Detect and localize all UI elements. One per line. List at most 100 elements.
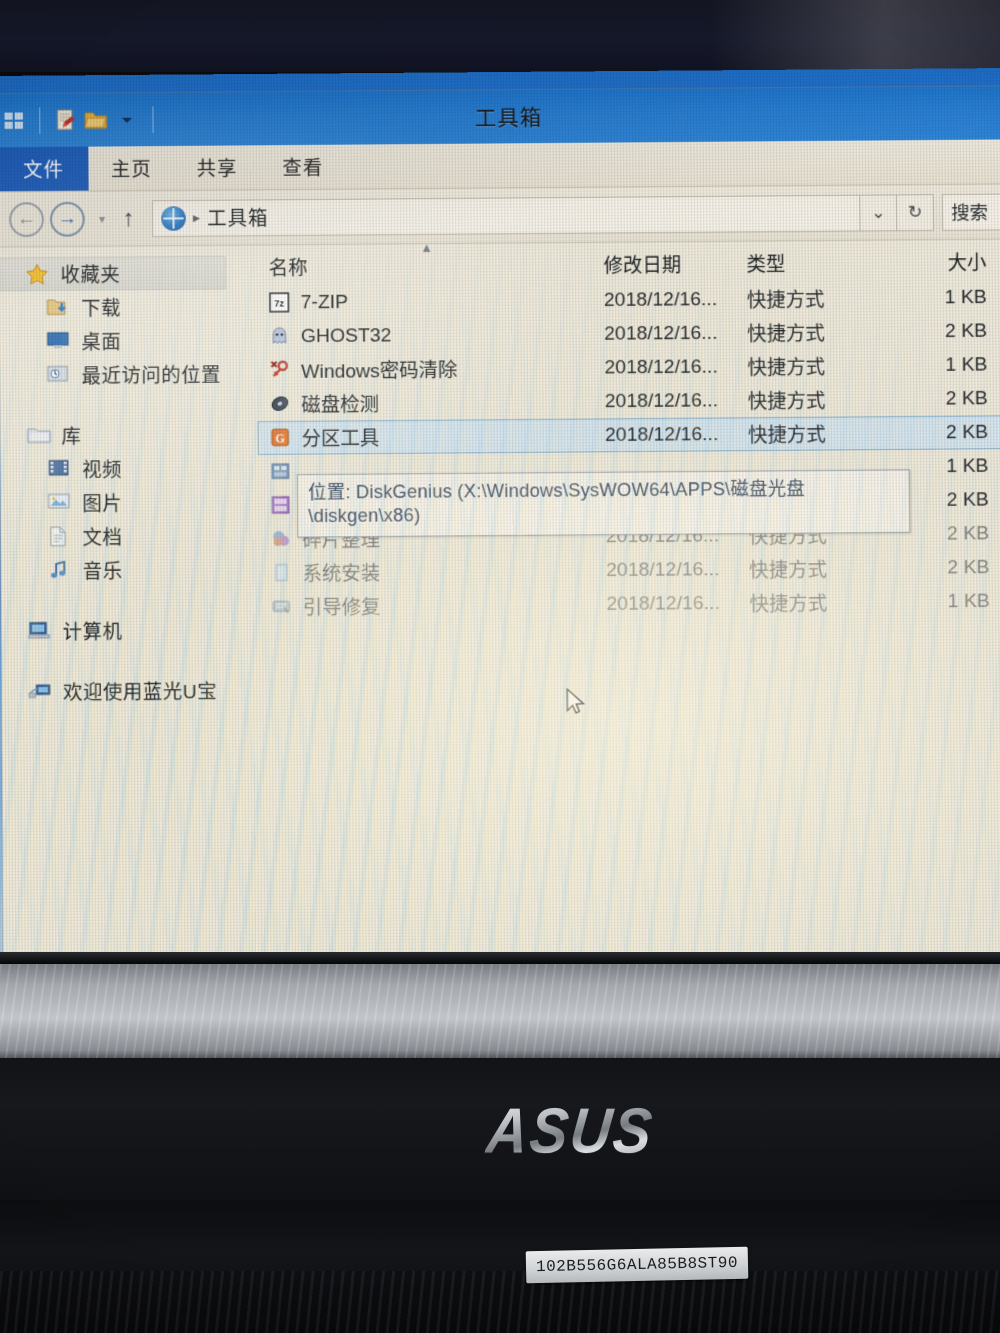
file-type: 快捷方式 — [747, 391, 826, 414]
column-header-type[interactable]: 类型 — [746, 249, 874, 278]
desktop-icon — [47, 330, 72, 353]
ribbon-tab-bar: 文件 主页 共享 查看 — [0, 139, 1000, 193]
file-date: 2018/12/16... — [604, 321, 718, 345]
file-name: Windows密码清除 — [301, 360, 458, 384]
table-row[interactable]: 系统安装 2018/12/16... 快捷方式 2 KB — [258, 550, 1000, 590]
up-one-level-button[interactable]: ↑ — [113, 204, 144, 232]
sidebar-label: 音乐 — [82, 561, 123, 584]
file-type: 快捷方式 — [747, 323, 825, 346]
file-date: 2018/12/16... — [604, 355, 718, 379]
tool2-icon — [270, 494, 293, 517]
table-row[interactable]: GHOST32 2018/12/16... 快捷方式 2 KB — [257, 314, 1000, 354]
tab-view[interactable]: 查看 — [260, 145, 346, 190]
serial-number-sticker: 102B556G6ALA85B8ST90 — [525, 1246, 749, 1284]
address-dropdown-icon[interactable]: ⌄ — [860, 193, 898, 231]
file-date: 2018/12/16... — [604, 423, 719, 446]
documents-icon — [48, 526, 73, 549]
breadcrumb-item-toolbox[interactable]: 工具箱 — [207, 203, 268, 231]
file-explorer-window: 工具箱 文件 主页 共享 查看 ← → ▾ ↑ ▸ 工具箱 ⌄ ↻ 搜索 收藏夹… — [0, 86, 1000, 986]
sidebar-label: 库 — [61, 426, 82, 449]
file-size: 2 KB — [947, 556, 990, 579]
sidebar-label: 图片 — [82, 493, 123, 516]
laptop-keyboard-deck — [0, 964, 1000, 1062]
back-button[interactable]: ← — [9, 201, 44, 237]
window-body: 收藏夹 下载 桌面 最近访问的位置 库 视频 图片 文档 音乐 计算机 欢迎使用… — [0, 239, 1000, 961]
file-date: 2018/12/16... — [606, 558, 720, 581]
column-header-size[interactable]: 大小 — [874, 248, 987, 276]
sidebar-item-recent-places[interactable]: 最近访问的位置 — [0, 357, 257, 393]
file-size: 1 KB — [944, 286, 987, 308]
laptop-lower-body — [0, 1200, 1000, 1333]
ghost32-icon — [269, 325, 292, 348]
sort-indicator-icon: ▴ — [422, 238, 431, 257]
photograph-of-laptop: 工具箱 文件 主页 共享 查看 ← → ▾ ↑ ▸ 工具箱 ⌄ ↻ 搜索 收藏夹… — [0, 0, 1000, 1333]
file-date: 2018/12/16... — [603, 288, 718, 311]
file-name: 磁盘检测 — [301, 394, 380, 417]
file-name: GHOST32 — [300, 324, 392, 347]
table-row-selected[interactable]: G 分区工具 2018/12/16... 快捷方式 2 KB — [257, 415, 1000, 455]
sidebar-item-videos[interactable]: 视频 — [0, 451, 258, 487]
recent-locations-dropdown-icon[interactable]: ▾ — [91, 211, 114, 225]
sidebar-item-desktop[interactable]: 桌面 — [0, 323, 257, 359]
sidebar-label: 计算机 — [62, 621, 123, 644]
sidebar-item-music[interactable]: 音乐 — [1, 552, 259, 588]
sidebar-item-downloads[interactable]: 下载 — [0, 289, 257, 325]
sidebar-label: 收藏夹 — [60, 264, 121, 287]
tab-home[interactable]: 主页 — [88, 146, 174, 191]
tool-icon — [270, 460, 293, 483]
star-icon — [25, 262, 51, 286]
asus-brand-logo: ASUS — [483, 1095, 658, 1167]
file-name: 分区工具 — [301, 428, 380, 451]
library-icon — [27, 424, 52, 447]
tab-share[interactable]: 共享 — [174, 145, 260, 190]
file-name: 7-ZIP — [300, 291, 349, 314]
defrag-icon — [271, 528, 294, 551]
sidebar-item-libraries[interactable]: 库 — [0, 417, 258, 453]
table-row[interactable]: 磁盘检测 2018/12/16... 快捷方式 2 KB — [257, 381, 1000, 421]
sidebar-group-gap-1 — [0, 391, 258, 420]
file-type: 快捷方式 — [746, 289, 825, 313]
pictures-icon — [47, 492, 73, 515]
table-row[interactable]: 7z 7-ZIP 2018/12/16... 快捷方式 1 KB — [257, 280, 1000, 320]
sidebar-item-pictures[interactable]: 图片 — [0, 485, 258, 521]
password-icon — [269, 359, 292, 382]
search-input[interactable]: 搜索 — [941, 192, 1000, 231]
file-list-pane: ▴ 名称 修改日期 类型 大小 7z 7-ZIP 2018/12/16... 快… — [256, 239, 1000, 958]
laptop-screen-bezel-top — [0, 0, 1000, 72]
file-size: 2 KB — [944, 319, 988, 342]
laptop-lcd-screen: 工具箱 文件 主页 共享 查看 ← → ▾ ↑ ▸ 工具箱 ⌄ ↻ 搜索 收藏夹… — [0, 67, 1000, 986]
location-globe-icon — [161, 205, 186, 231]
diskgenius-icon: G — [270, 427, 293, 450]
breadcrumb[interactable]: ▸ 工具箱 — [151, 194, 861, 237]
file-size: 2 KB — [945, 387, 988, 410]
file-type: 快捷方式 — [747, 357, 826, 380]
file-name: 系统安装 — [302, 563, 381, 586]
bootfix-icon — [271, 596, 294, 619]
sidebar-label: 视频 — [82, 460, 123, 482]
column-header-row: ▴ 名称 修改日期 类型 大小 — [256, 239, 1000, 286]
sidebar-item-network-welcome[interactable]: 欢迎使用蓝光U宝 — [2, 673, 260, 709]
sidebar-item-documents[interactable]: 文档 — [1, 518, 259, 554]
sidebar-label: 最近访问的位置 — [81, 365, 222, 388]
sidebar-label: 文档 — [82, 527, 123, 550]
file-date: 2018/12/16... — [606, 592, 720, 615]
table-row[interactable]: 引导修复 2018/12/16... 快捷方式 1 KB — [259, 584, 1000, 624]
network-icon — [28, 680, 53, 703]
breadcrumb-separator-icon: ▸ — [192, 209, 201, 226]
file-size: 1 KB — [947, 590, 990, 612]
sevenzip-icon: 7z — [268, 291, 292, 315]
refresh-icon[interactable]: ↻ — [896, 193, 935, 231]
file-size: 2 KB — [945, 421, 989, 443]
tab-file[interactable]: 文件 — [0, 146, 89, 192]
mouse-cursor-icon — [566, 688, 589, 724]
column-header-date[interactable]: 修改日期 — [603, 250, 746, 279]
setup-icon — [271, 562, 294, 585]
sidebar-label: 下载 — [81, 298, 122, 321]
sidebar-label: 桌面 — [81, 332, 122, 355]
sidebar-item-favorites[interactable]: 收藏夹 — [0, 255, 227, 292]
file-type: 快捷方式 — [747, 424, 826, 448]
sidebar-item-computer[interactable]: 计算机 — [1, 613, 259, 649]
shortcut-location-tooltip: 位置: DiskGenius (X:\Windows\SysWOW64\APPS… — [296, 469, 911, 538]
forward-button[interactable]: → — [49, 201, 85, 237]
file-date: 2018/12/16... — [604, 389, 719, 412]
